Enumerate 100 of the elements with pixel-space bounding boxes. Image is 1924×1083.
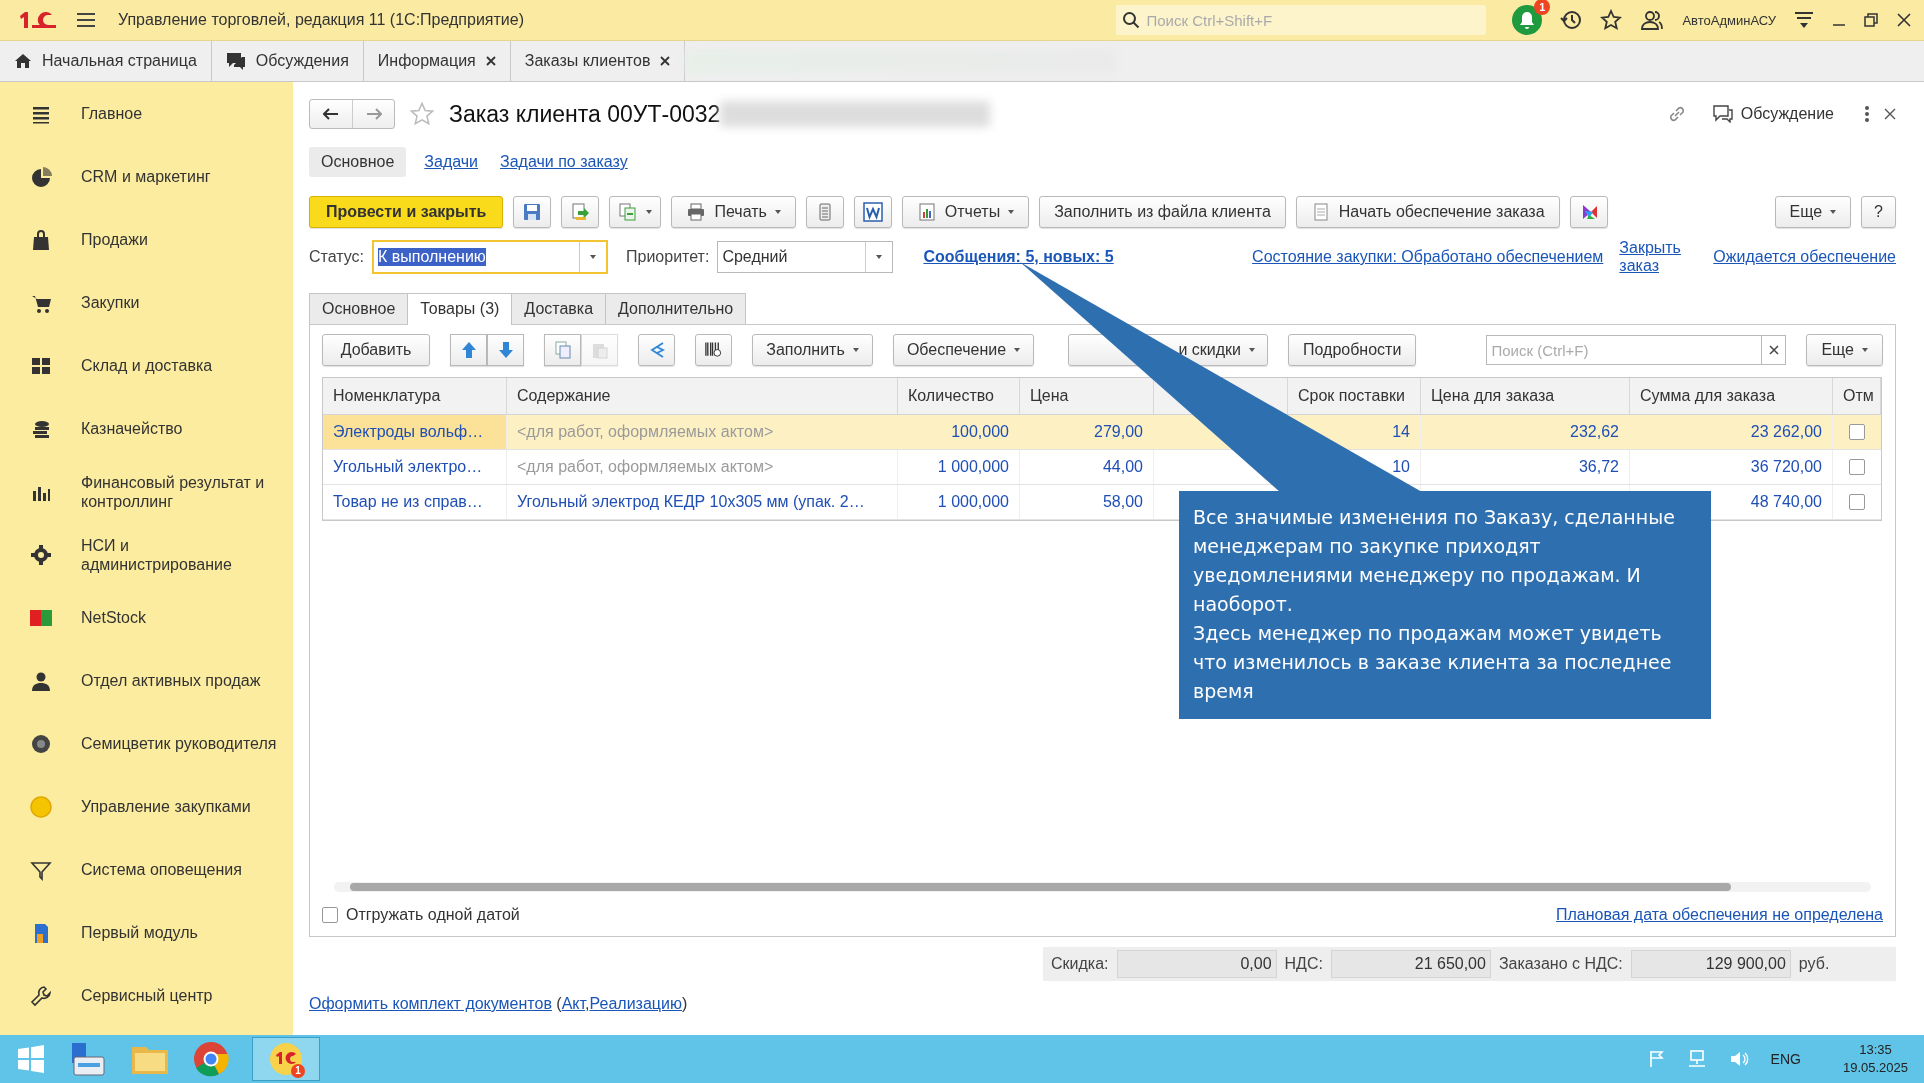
toolbar-button[interactable]: Заполнить из файла клиента	[1039, 196, 1286, 228]
document-link[interactable]: Реализацию	[589, 995, 682, 1012]
caret-icon	[590, 255, 597, 259]
tab[interactable]: Товары (3)	[407, 293, 513, 325]
column-header[interactable]: Цена для заказа	[1421, 378, 1630, 414]
documents-link[interactable]: Оформить комплект документов	[309, 995, 552, 1012]
add-button[interactable]: Добавить	[322, 334, 430, 366]
arrow-down-icon	[497, 341, 514, 359]
copy-button[interactable]	[544, 334, 581, 366]
discussion-button[interactable]: Обсуждение	[1712, 105, 1834, 123]
form-section-link[interactable]: Задачи по заказу	[496, 147, 632, 177]
table-search-field[interactable]: Поиск (Ctrl+F)	[1486, 335, 1763, 365]
sidebar-item[interactable]: Казначейство	[0, 397, 293, 460]
post-and-close-button[interactable]: Провести и закрыть	[309, 196, 504, 228]
menu-button[interactable]: Печать	[671, 196, 796, 228]
form-section-link[interactable]: Задачи	[420, 147, 483, 177]
star-icon[interactable]	[1600, 9, 1623, 31]
column-header[interactable]: Содержание	[507, 378, 898, 414]
notification-button[interactable]	[1512, 5, 1543, 35]
sidebar-item[interactable]: Отдел активных продаж	[0, 649, 293, 712]
clear-button[interactable]	[1762, 335, 1787, 365]
toolbar-button[interactable]	[513, 196, 552, 228]
language-indicator[interactable]: ENG	[1770, 1051, 1801, 1067]
status-link[interactable]: Ожидается обеспечение	[1713, 248, 1896, 266]
search-field[interactable]: Поиск Ctrl+Shift+F	[1116, 5, 1487, 35]
clock-time: 13:35	[1859, 1041, 1892, 1059]
table-cell: <для работ, оформляемых актом>	[517, 423, 774, 441]
menu-button[interactable]: Отчеты	[901, 196, 1030, 228]
column-header[interactable]: Срок поставки	[1288, 378, 1421, 414]
sidebar-item[interactable]: Сервисный центр	[0, 964, 293, 1027]
column-header[interactable]: Количество	[898, 378, 1020, 414]
windows-icon[interactable]	[16, 1044, 46, 1074]
user-name[interactable]: АвтоАдминАСУ	[1682, 12, 1776, 28]
form-section-link[interactable]: Основное	[309, 147, 407, 177]
column-header[interactable]: Номенклатура	[323, 378, 507, 414]
sidebar-item[interactable]: Продажи	[0, 208, 293, 271]
status-field[interactable]: К выполнению	[372, 240, 609, 274]
close-icon[interactable]	[1884, 108, 1896, 120]
column-header[interactable]: Сумма для заказа	[1630, 378, 1833, 414]
share-button[interactable]	[638, 334, 675, 366]
caret-icon	[646, 210, 653, 214]
sidebar-item[interactable]: Система оповещения	[0, 838, 293, 901]
sidebar-item[interactable]: CRM и маркетинг	[0, 145, 293, 208]
browser-icon[interactable]	[192, 1040, 230, 1078]
scrollbar[interactable]	[334, 882, 1871, 892]
sidebar-item[interactable]: Финансовый результат и контроллинг	[0, 460, 293, 523]
sidebar-item[interactable]: NetStock	[0, 586, 293, 649]
help-button[interactable]: ?	[1861, 196, 1896, 228]
menu-icon[interactable]	[76, 12, 96, 28]
tab[interactable]: Дополнительно	[605, 293, 747, 324]
sidebar-item[interactable]: Управление закупками	[0, 775, 293, 838]
table-cell: <для работ, оформляемых актом>	[517, 458, 774, 476]
more-button[interactable]: Еще	[1806, 334, 1883, 366]
move-down-button[interactable]	[487, 334, 524, 366]
more-button[interactable]: Еще	[1774, 196, 1852, 228]
sidebar-item[interactable]: Склад и доставка	[0, 334, 293, 397]
checkbox[interactable]	[1849, 424, 1865, 440]
tab[interactable]: Основное	[309, 293, 409, 324]
sidebar-item[interactable]: Семицветик руководителя	[0, 712, 293, 775]
settings-menu-icon[interactable]	[1794, 11, 1814, 29]
checkbox[interactable]	[1849, 494, 1865, 510]
caret-icon	[774, 210, 781, 214]
column-header[interactable]: Отм	[1833, 378, 1881, 414]
tab[interactable]: Доставка	[511, 293, 607, 324]
table-cell: Угольный электрод КЕДР 10х305 мм (упак. 2…	[517, 493, 865, 511]
document-link[interactable]: Акт	[561, 995, 586, 1012]
status-link[interactable]: Закрыть заказ	[1619, 239, 1690, 275]
close-icon[interactable]	[660, 56, 671, 66]
flag-icon[interactable]	[1648, 1050, 1665, 1068]
close-icon[interactable]	[1896, 12, 1912, 28]
priority-field[interactable]: Средний	[717, 241, 894, 273]
more-icon[interactable]	[1864, 105, 1870, 123]
toolbar-button[interactable]	[1569, 196, 1608, 228]
checkbox[interactable]	[1849, 459, 1865, 475]
toolbar-button[interactable]: Начать обеспечение заказа	[1295, 196, 1560, 228]
checkbox[interactable]	[322, 907, 338, 923]
messages-link[interactable]: Сообщения: 5, новых: 5	[923, 248, 1114, 266]
arrow-right-icon	[365, 108, 382, 120]
sidebar-item[interactable]: Первый модуль	[0, 901, 293, 964]
toolbar-button[interactable]	[853, 196, 892, 228]
toolbar-button[interactable]	[561, 196, 600, 228]
details-button[interactable]: Подробности	[1288, 334, 1417, 366]
taskbar-app-button[interactable]: 1	[252, 1037, 320, 1081]
sidebar-item[interactable]: Главное	[0, 82, 293, 145]
restore-icon[interactable]	[1864, 13, 1878, 27]
status-link[interactable]: Состояние закупки: Обработано обеспечением	[1252, 248, 1604, 266]
star-icon[interactable]	[409, 101, 435, 127]
move-up-button[interactable]	[450, 334, 487, 366]
close-icon[interactable]	[485, 56, 496, 66]
supply-button[interactable]: Обеспечение	[893, 334, 1034, 366]
barcode-button[interactable]	[695, 334, 732, 366]
plan-date-link[interactable]: Плановая дата обеспечения не определена	[1556, 906, 1883, 924]
speaker-icon[interactable]	[1728, 1050, 1749, 1068]
notification-count: 1	[291, 1064, 305, 1078]
sidebar-item[interactable]: НСИ и администрирование	[0, 523, 293, 586]
fill-button[interactable]: Заполнить	[752, 334, 873, 366]
users-icon[interactable]	[1640, 9, 1665, 31]
sidebar-item[interactable]: Закупки	[0, 271, 293, 334]
callout-text: Все значимые изменения по Заказу, сделанные менеджерам по закупке приходят уведомлениями менеджеру по продажам. И наоборот.	[1193, 505, 1676, 617]
history-icon[interactable]	[1560, 9, 1583, 31]
